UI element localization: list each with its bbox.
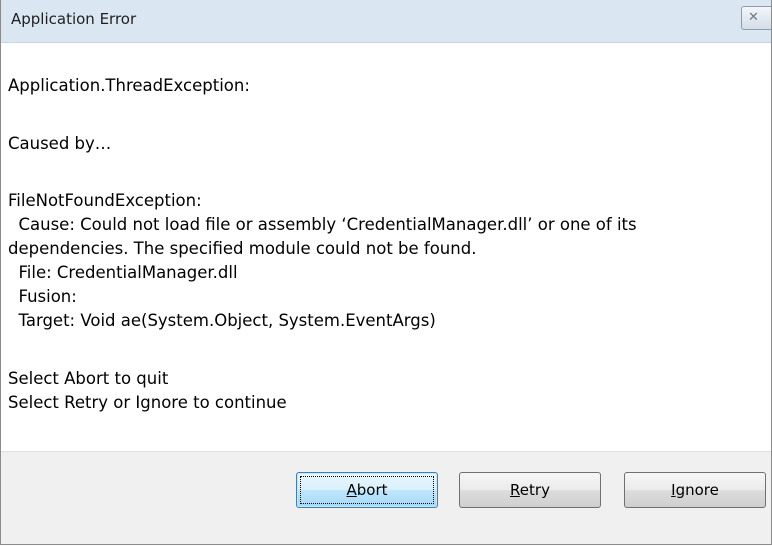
retry-accelerator: R bbox=[510, 481, 520, 499]
close-icon: ✕ bbox=[748, 10, 759, 25]
dialog-title: Application Error bbox=[11, 10, 137, 28]
button-bar: Abort Retry Ignore bbox=[1, 451, 771, 544]
cause-line: Cause: Could not load file or assembly ‘… bbox=[8, 215, 637, 234]
file-line: File: CredentialManager.dll bbox=[8, 263, 238, 282]
title-bar: Application Error ✕ bbox=[1, 0, 771, 43]
cause-continuation-line: dependencies. The specified module could… bbox=[8, 239, 477, 258]
focus-ring bbox=[300, 476, 434, 504]
ignore-button[interactable]: Ignore bbox=[624, 472, 766, 508]
ignore-label: gnore bbox=[675, 481, 719, 499]
retry-instruction-line: Select Retry or Ignore to continue bbox=[8, 393, 287, 412]
abort-button[interactable]: Abort bbox=[296, 472, 438, 508]
close-button[interactable]: ✕ bbox=[741, 6, 771, 30]
application-error-dialog: Application Error ✕ Application.ThreadEx… bbox=[0, 0, 772, 545]
fusion-line: Fusion: bbox=[8, 287, 77, 306]
retry-label: etry bbox=[519, 481, 550, 499]
retry-button[interactable]: Retry bbox=[459, 472, 601, 508]
abort-instruction-line: Select Abort to quit bbox=[8, 369, 169, 388]
exception-type-line: Application.ThreadException: bbox=[8, 76, 250, 95]
inner-exception-line: FileNotFoundException: bbox=[8, 191, 202, 210]
target-line: Target: Void ae(System.Object, System.Ev… bbox=[8, 311, 436, 330]
caused-by-line: Caused by… bbox=[8, 134, 112, 153]
error-message: Application.ThreadException: Caused by… … bbox=[8, 74, 765, 415]
